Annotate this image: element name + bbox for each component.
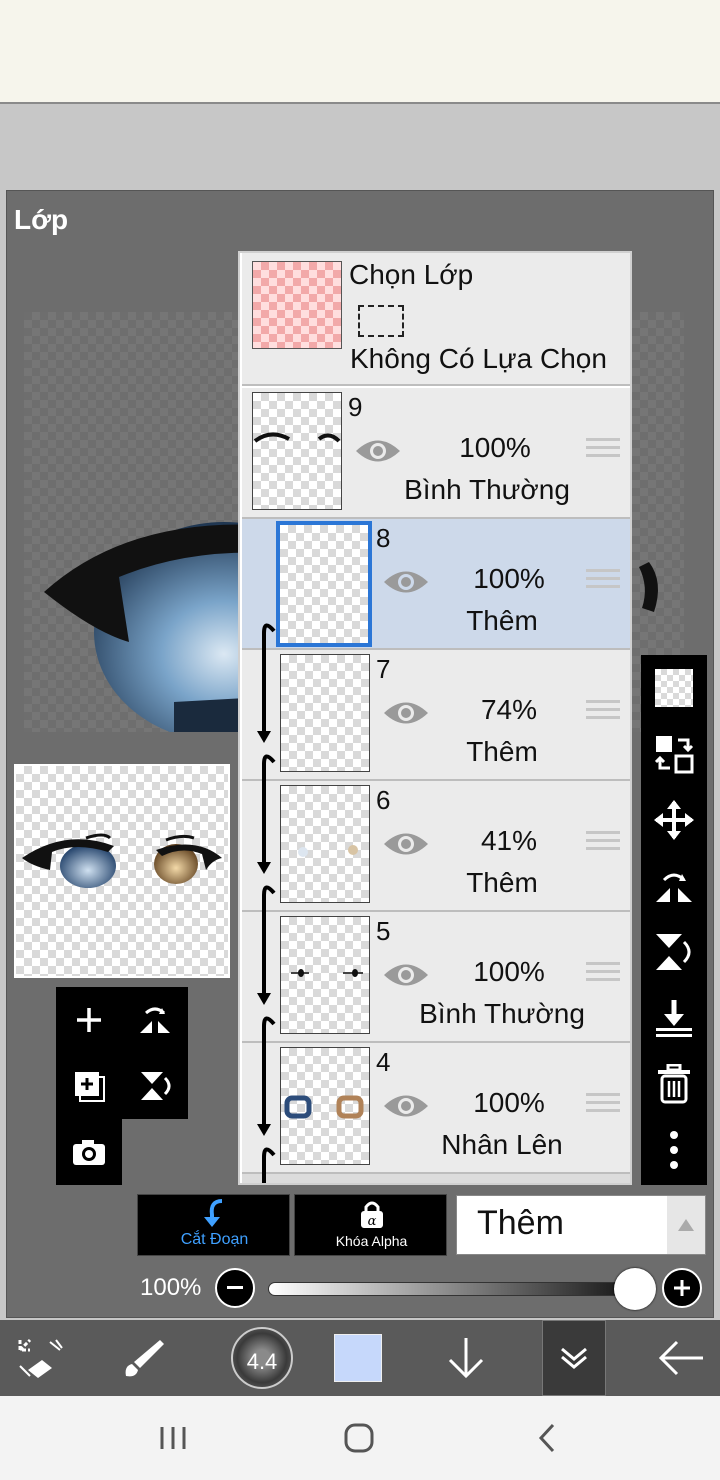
layer-number: 8 bbox=[376, 523, 391, 553]
selection-layer-row[interactable]: Chọn Lớp Không Có Lựa Chọn bbox=[242, 253, 630, 386]
recent-apps-icon[interactable] bbox=[150, 1418, 196, 1458]
chevron-up-icon[interactable] bbox=[667, 1196, 705, 1254]
more-icon[interactable] bbox=[641, 1117, 707, 1183]
double-chevron-down-icon bbox=[561, 1347, 587, 1369]
dialog-title: Lớp bbox=[14, 204, 69, 235]
layer-row-5[interactable]: 5 100% Bình Thường bbox=[242, 912, 630, 1043]
layer-row-partial[interactable] bbox=[242, 1174, 630, 1183]
clipping-indicators bbox=[257, 623, 276, 1183]
layer-blend-mode: Bình Thường bbox=[419, 998, 585, 1029]
layer-blend-mode: Thêm bbox=[466, 736, 538, 767]
selection-dashed-icon bbox=[358, 305, 404, 337]
layers-toggle-button[interactable] bbox=[542, 1320, 606, 1396]
layer-opacity: 100% bbox=[473, 1087, 545, 1118]
alpha-lock-button[interactable]: α Khóa Alpha bbox=[294, 1194, 447, 1256]
layer-opacity: 100% bbox=[459, 432, 531, 463]
clip-button[interactable]: Cắt Đoạn bbox=[137, 1194, 290, 1256]
layer-opacity: 41% bbox=[480, 825, 538, 856]
brush-tool-icon[interactable] bbox=[112, 1320, 176, 1396]
arrow-down-icon[interactable] bbox=[436, 1320, 496, 1396]
minus-icon bbox=[227, 1286, 243, 1289]
layer-row-8[interactable]: 8 100% Thêm bbox=[242, 519, 630, 650]
merge-down-icon[interactable] bbox=[641, 985, 707, 1051]
selection-title: Chọn Lớp bbox=[349, 259, 474, 290]
layer-row-9[interactable]: 9 100% Bình Thường bbox=[242, 388, 630, 519]
eye-thumbnail-art bbox=[22, 833, 222, 888]
eye-icon[interactable] bbox=[382, 960, 430, 990]
swap-layer-icon[interactable] bbox=[641, 721, 707, 787]
drag-handle-icon[interactable] bbox=[586, 1093, 620, 1117]
drag-handle-icon[interactable] bbox=[586, 700, 620, 724]
brush-size-button[interactable]: 4.4 bbox=[220, 1320, 304, 1396]
eye-icon[interactable] bbox=[354, 436, 402, 466]
svg-text:α: α bbox=[368, 1214, 377, 1229]
decrease-button[interactable] bbox=[215, 1268, 255, 1308]
flip-icon[interactable] bbox=[122, 987, 188, 1053]
add-copy-icon[interactable] bbox=[56, 1053, 122, 1119]
layer-number: 7 bbox=[376, 654, 391, 684]
blend-mode-select[interactable]: Thêm bbox=[456, 1195, 706, 1255]
layer-opacity: 100% bbox=[473, 563, 545, 594]
layer-blend-mode: Nhân Lên bbox=[441, 1129, 563, 1160]
layer-number: 4 bbox=[376, 1047, 391, 1077]
eye-icon[interactable] bbox=[382, 1091, 430, 1121]
trash-icon[interactable] bbox=[641, 1051, 707, 1117]
flip-vertical-icon[interactable] bbox=[122, 1053, 188, 1119]
layer-row-4[interactable]: 4 100% Nhân Lên bbox=[242, 1043, 630, 1174]
selection-status: Không Có Lựa Chọn bbox=[350, 343, 607, 374]
increase-button[interactable] bbox=[662, 1268, 702, 1308]
layer-blend-mode: Thêm bbox=[466, 867, 538, 898]
layer-number: 9 bbox=[348, 392, 363, 422]
plus-icon bbox=[674, 1280, 690, 1296]
drag-handle-icon[interactable] bbox=[586, 569, 620, 593]
flip-vertical-icon[interactable] bbox=[641, 919, 707, 985]
eye-icon[interactable] bbox=[382, 698, 430, 728]
add-layer-icon[interactable] bbox=[56, 987, 122, 1053]
home-icon[interactable] bbox=[336, 1418, 382, 1458]
selection-tool-icon[interactable] bbox=[8, 1320, 72, 1396]
layer-row-7[interactable]: 7 74% Thêm bbox=[242, 650, 630, 781]
flip-horizontal-icon[interactable] bbox=[641, 853, 707, 919]
drag-handle-icon[interactable] bbox=[586, 962, 620, 986]
alpha-lock-label: Khóa Alpha bbox=[335, 1233, 408, 1249]
clip-label: Cắt Đoạn bbox=[180, 1231, 249, 1248]
layer-blend-mode: Thêm bbox=[466, 605, 538, 636]
color-swatch-button[interactable] bbox=[326, 1320, 390, 1396]
layer-blend-mode: Bình Thường bbox=[404, 474, 570, 505]
move-icon[interactable] bbox=[641, 787, 707, 853]
current-color-swatch bbox=[334, 1334, 382, 1382]
camera-icon[interactable] bbox=[56, 1119, 122, 1185]
opacity-slider-track[interactable] bbox=[268, 1282, 638, 1296]
layer-tools-sidebar bbox=[641, 655, 707, 1185]
layer-opacity: 74% bbox=[480, 694, 538, 725]
canvas-thumbnail[interactable] bbox=[14, 764, 230, 978]
layer-number: 6 bbox=[376, 785, 391, 815]
opacity-value: 100% bbox=[140, 1274, 202, 1301]
opacity-slider-row: 100% bbox=[0, 1262, 720, 1314]
layers-list[interactable]: Chọn Lớp Không Có Lựa Chọn 9 100% Bình T… bbox=[238, 251, 632, 1185]
blend-mode-value: Thêm bbox=[477, 1204, 564, 1242]
lock-icon: α bbox=[361, 1201, 383, 1229]
layer-number: 5 bbox=[376, 916, 391, 946]
system-nav-bar bbox=[0, 1396, 720, 1480]
eye-icon[interactable] bbox=[382, 567, 430, 597]
drag-handle-icon[interactable] bbox=[586, 831, 620, 855]
back-icon[interactable] bbox=[524, 1418, 570, 1458]
opacity-slider-thumb[interactable] bbox=[614, 1268, 656, 1310]
eye-icon[interactable] bbox=[382, 829, 430, 859]
layer-opacity: 100% bbox=[473, 956, 545, 987]
main-toolbar: 4.4 bbox=[0, 1320, 720, 1396]
back-arrow-icon[interactable] bbox=[650, 1320, 712, 1396]
clip-arrow-icon bbox=[204, 1199, 223, 1227]
brush-texture-icon: 4.4 bbox=[231, 1327, 293, 1389]
layer-row-6[interactable]: 6 41% Thêm bbox=[242, 781, 630, 912]
drag-handle-icon[interactable] bbox=[586, 438, 620, 462]
top-bar bbox=[0, 0, 720, 104]
transparency-icon[interactable] bbox=[641, 655, 707, 721]
brush-size-value: 4.4 bbox=[246, 1349, 278, 1374]
